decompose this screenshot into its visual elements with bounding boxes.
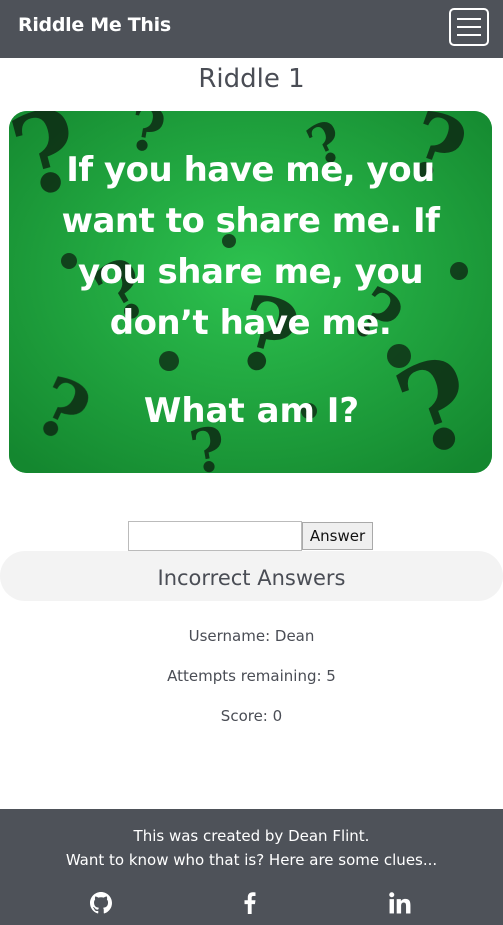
riddle-title: Riddle 1 bbox=[198, 64, 305, 94]
incorrect-answers-title: Incorrect Answers bbox=[157, 566, 346, 590]
riddle-line: want to share me. If bbox=[61, 201, 440, 241]
attempts-remaining-text: Attempts remaining: 5 bbox=[167, 667, 336, 685]
riddle-question: What am I? bbox=[143, 391, 360, 431]
username-text: Username: Dean bbox=[188, 627, 315, 645]
riddle-line: you share me, you bbox=[77, 252, 424, 292]
riddle-line: don’t have me. bbox=[109, 303, 392, 343]
answer-input[interactable] bbox=[128, 521, 302, 551]
footer-clues: Want to know who that is? Here are some … bbox=[65, 851, 438, 869]
riddle-text: If you have me, you want to share me. If… bbox=[9, 145, 492, 349]
score-text: Score: 0 bbox=[220, 707, 283, 725]
riddle-line: If you have me, you bbox=[66, 150, 435, 190]
brand-title[interactable]: Riddle Me This bbox=[18, 14, 171, 36]
facebook-icon[interactable] bbox=[243, 892, 257, 914]
github-icon[interactable] bbox=[90, 892, 112, 914]
menu-toggle-button[interactable] bbox=[449, 8, 489, 46]
answer-button[interactable]: Answer bbox=[302, 522, 373, 550]
navbar: Riddle Me This bbox=[0, 0, 503, 58]
footer-credit: This was created by Dean Flint. bbox=[133, 827, 370, 845]
linkedin-icon[interactable] bbox=[389, 892, 411, 914]
